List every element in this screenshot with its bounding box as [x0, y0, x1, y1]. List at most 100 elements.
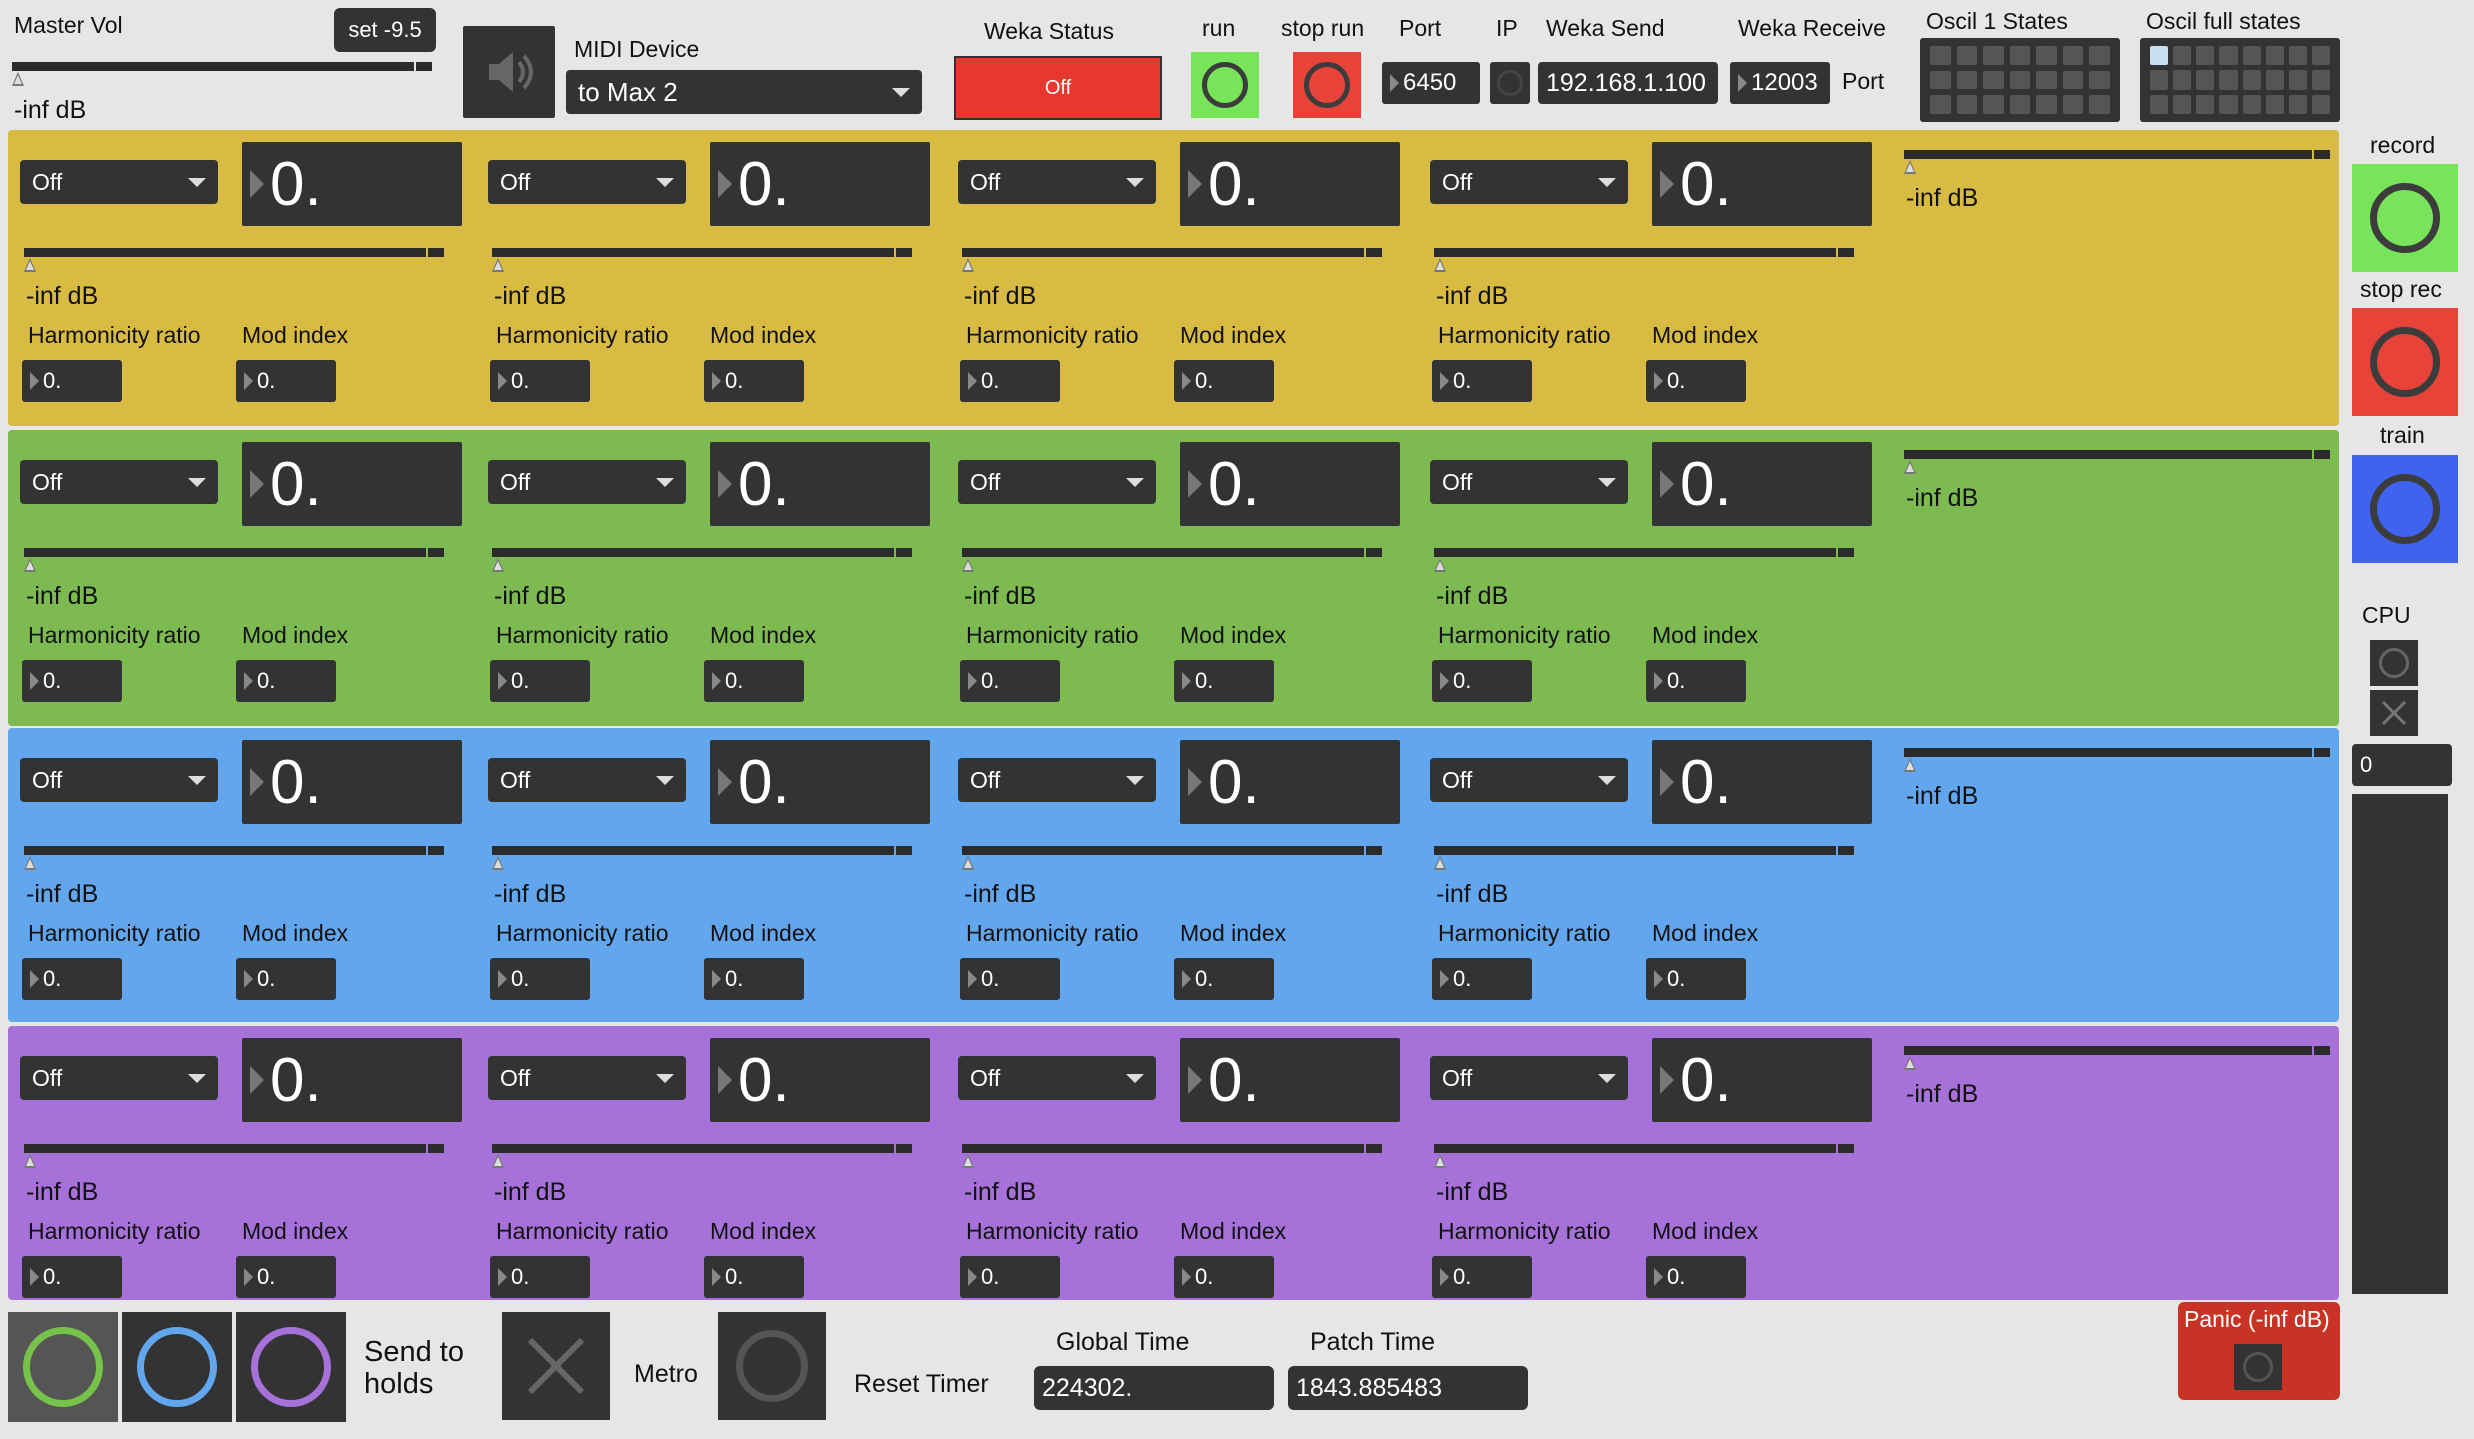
harmonicity-input[interactable]: 0.: [22, 360, 122, 402]
gain-slider[interactable]: [24, 846, 444, 870]
harmonicity-input[interactable]: 0.: [490, 660, 590, 702]
frequency-number[interactable]: 0.: [710, 142, 930, 226]
midi-device-select[interactable]: to Max 2: [566, 70, 922, 114]
gain-slider[interactable]: [1434, 846, 1854, 870]
waveform-select[interactable]: Off: [1430, 758, 1628, 802]
mod-index-input[interactable]: 0.: [1646, 958, 1746, 1000]
harmonicity-input[interactable]: 0.: [1432, 1256, 1532, 1298]
weka-receive-input[interactable]: 12003: [1730, 62, 1830, 104]
cpu-close-button[interactable]: [2370, 690, 2418, 736]
frequency-number[interactable]: 0.: [242, 740, 462, 824]
waveform-select[interactable]: Off: [20, 460, 218, 504]
harmonicity-input[interactable]: 0.: [490, 360, 590, 402]
mod-index-input[interactable]: 0.: [236, 1256, 336, 1298]
mod-index-input[interactable]: 0.: [1174, 660, 1274, 702]
stop-run-button[interactable]: [1293, 52, 1361, 118]
mod-index-input[interactable]: 0.: [704, 958, 804, 1000]
panel-level-meter[interactable]: [1904, 1046, 2330, 1070]
weka-send-input[interactable]: 192.168.1.100: [1538, 62, 1718, 104]
mod-index-input[interactable]: 0.: [1174, 958, 1274, 1000]
waveform-select[interactable]: Off: [488, 1056, 686, 1100]
harmonicity-input[interactable]: 0.: [960, 1256, 1060, 1298]
gain-slider[interactable]: [962, 1144, 1382, 1168]
harmonicity-input[interactable]: 0.: [960, 360, 1060, 402]
hold-purple-button[interactable]: [236, 1312, 346, 1422]
mod-index-input[interactable]: 0.: [236, 360, 336, 402]
harmonicity-input[interactable]: 0.: [490, 1256, 590, 1298]
frequency-number[interactable]: 0.: [1180, 442, 1400, 526]
waveform-select[interactable]: Off: [958, 160, 1156, 204]
frequency-number[interactable]: 0.: [710, 740, 930, 824]
gain-slider[interactable]: [492, 1144, 912, 1168]
mod-index-input[interactable]: 0.: [1646, 660, 1746, 702]
mod-index-input[interactable]: 0.: [704, 660, 804, 702]
gain-slider[interactable]: [1434, 1144, 1854, 1168]
harmonicity-input[interactable]: 0.: [960, 958, 1060, 1000]
stop-rec-button[interactable]: [2352, 308, 2458, 416]
panel-level-meter[interactable]: [1904, 748, 2330, 772]
speaker-icon[interactable]: [463, 26, 555, 118]
metro-toggle[interactable]: [502, 1312, 610, 1420]
frequency-number[interactable]: 0.: [242, 1038, 462, 1122]
ip-toggle[interactable]: [1490, 62, 1530, 104]
frequency-number[interactable]: 0.: [1652, 142, 1872, 226]
frequency-number[interactable]: 0.: [1180, 1038, 1400, 1122]
mod-index-input[interactable]: 0.: [1646, 360, 1746, 402]
waveform-select[interactable]: Off: [1430, 1056, 1628, 1100]
frequency-number[interactable]: 0.: [710, 442, 930, 526]
harmonicity-input[interactable]: 0.: [22, 660, 122, 702]
mod-index-input[interactable]: 0.: [704, 1256, 804, 1298]
harmonicity-input[interactable]: 0.: [1432, 958, 1532, 1000]
gain-slider[interactable]: [492, 548, 912, 572]
waveform-select[interactable]: Off: [958, 758, 1156, 802]
waveform-select[interactable]: Off: [488, 758, 686, 802]
waveform-select[interactable]: Off: [958, 1056, 1156, 1100]
gain-slider[interactable]: [1434, 548, 1854, 572]
panel-level-meter[interactable]: [1904, 450, 2330, 474]
gain-slider[interactable]: [962, 548, 1382, 572]
run-button[interactable]: [1191, 52, 1259, 118]
record-button[interactable]: [2352, 164, 2458, 272]
hold-green-button[interactable]: [8, 1312, 118, 1422]
harmonicity-input[interactable]: 0.: [22, 958, 122, 1000]
frequency-number[interactable]: 0.: [1652, 1038, 1872, 1122]
mod-index-input[interactable]: 0.: [1174, 360, 1274, 402]
waveform-select[interactable]: Off: [1430, 460, 1628, 504]
waveform-select[interactable]: Off: [20, 758, 218, 802]
frequency-number[interactable]: 0.: [1180, 142, 1400, 226]
mod-index-input[interactable]: 0.: [236, 958, 336, 1000]
harmonicity-input[interactable]: 0.: [22, 1256, 122, 1298]
gain-slider[interactable]: [24, 1144, 444, 1168]
harmonicity-input[interactable]: 0.: [1432, 660, 1532, 702]
gain-slider[interactable]: [492, 846, 912, 870]
gain-slider[interactable]: [1434, 248, 1854, 272]
oscil-full-states-grid[interactable]: [2140, 38, 2340, 122]
mod-index-input[interactable]: 0.: [236, 660, 336, 702]
reset-timer-button[interactable]: [718, 1312, 826, 1420]
gain-slider[interactable]: [24, 248, 444, 272]
gain-slider[interactable]: [24, 548, 444, 572]
train-button[interactable]: [2352, 455, 2458, 563]
gain-slider[interactable]: [962, 248, 1382, 272]
mod-index-input[interactable]: 0.: [704, 360, 804, 402]
waveform-select[interactable]: Off: [488, 460, 686, 504]
harmonicity-input[interactable]: 0.: [1432, 360, 1532, 402]
cpu-toggle[interactable]: [2370, 640, 2418, 686]
mod-index-input[interactable]: 0.: [1646, 1256, 1746, 1298]
harmonicity-input[interactable]: 0.: [490, 958, 590, 1000]
panic-toggle[interactable]: [2234, 1344, 2282, 1390]
mod-index-input[interactable]: 0.: [1174, 1256, 1274, 1298]
waveform-select[interactable]: Off: [20, 1056, 218, 1100]
port-input[interactable]: 6450: [1382, 62, 1480, 104]
waveform-select[interactable]: Off: [20, 160, 218, 204]
frequency-number[interactable]: 0.: [1652, 740, 1872, 824]
master-vol-slider[interactable]: [12, 62, 432, 86]
panic-button[interactable]: Panic (-inf dB): [2178, 1302, 2340, 1400]
frequency-number[interactable]: 0.: [1652, 442, 1872, 526]
waveform-select[interactable]: Off: [488, 160, 686, 204]
waveform-select[interactable]: Off: [958, 460, 1156, 504]
waveform-select[interactable]: Off: [1430, 160, 1628, 204]
oscil1-states-grid[interactable]: [1920, 38, 2120, 122]
frequency-number[interactable]: 0.: [710, 1038, 930, 1122]
set-button[interactable]: set -9.5: [334, 8, 436, 52]
